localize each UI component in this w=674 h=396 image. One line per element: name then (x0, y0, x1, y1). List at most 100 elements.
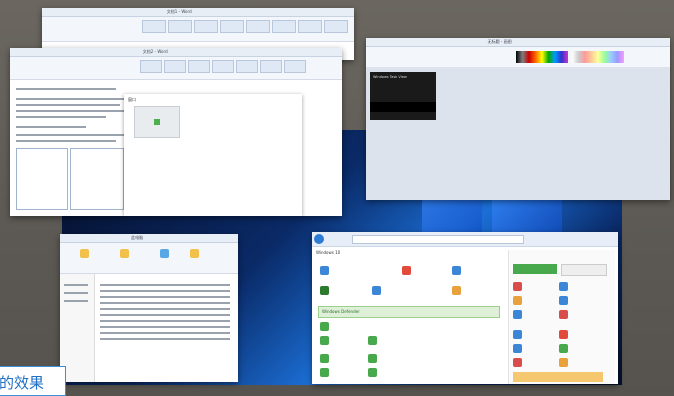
color-palette[interactable] (572, 51, 624, 63)
window-title: 文档2 - Word (142, 49, 168, 54)
nav-item[interactable] (64, 284, 88, 286)
app-icon[interactable] (559, 296, 568, 305)
app-icon[interactable] (513, 358, 522, 367)
app-icon[interactable] (559, 310, 568, 319)
app-icon[interactable] (452, 266, 461, 275)
style-button[interactable] (212, 60, 234, 73)
style-button[interactable] (164, 60, 186, 73)
style-button[interactable] (168, 20, 192, 33)
tab-inactive[interactable] (561, 264, 607, 276)
text-line (16, 116, 106, 118)
check-icon[interactable] (320, 322, 329, 331)
app-icon[interactable] (513, 282, 522, 291)
video-controls[interactable] (370, 102, 436, 112)
text-line (16, 126, 86, 128)
style-button[interactable] (194, 20, 218, 33)
check-icon[interactable] (320, 368, 329, 377)
dialog-image (134, 106, 180, 138)
title-bar: 文档1 - Word (42, 8, 354, 17)
check-icon[interactable] (320, 336, 329, 345)
file-row[interactable] (100, 284, 230, 286)
title-bar: 无标题 - 画图 (366, 38, 670, 47)
style-button[interactable] (284, 60, 306, 73)
caption-label: 的效果 (0, 366, 66, 396)
file-row[interactable] (100, 308, 230, 310)
color-palette[interactable] (516, 51, 568, 63)
address-bar[interactable] (352, 235, 524, 244)
promo-banner[interactable] (513, 372, 603, 382)
style-button[interactable] (260, 60, 282, 73)
style-button[interactable] (324, 20, 348, 33)
app-icon[interactable] (559, 358, 568, 367)
back-icon[interactable] (314, 234, 324, 244)
caption-text: 的效果 (0, 374, 45, 392)
text-line (16, 104, 120, 106)
browser-window[interactable]: Windows 10 Windows Defender (312, 232, 618, 384)
check-icon[interactable] (320, 354, 329, 363)
folder-icon[interactable] (80, 249, 89, 258)
video-frame[interactable]: Windows Task View (370, 72, 436, 120)
check-icon[interactable] (368, 368, 377, 377)
app-icon[interactable] (320, 266, 329, 275)
page-title: Windows 10 (316, 250, 341, 255)
check-icon[interactable] (368, 354, 377, 363)
nav-item[interactable] (64, 292, 88, 294)
folder-icon[interactable] (190, 249, 199, 258)
check-icon[interactable] (368, 336, 377, 345)
style-button[interactable] (220, 20, 244, 33)
table (16, 148, 68, 210)
app-icon[interactable] (513, 344, 522, 353)
app-icon[interactable] (402, 266, 411, 275)
file-row[interactable] (100, 320, 230, 322)
file-row[interactable] (100, 338, 230, 340)
text-line (16, 140, 116, 142)
video-title: Windows Task View (373, 75, 407, 79)
paint-window[interactable]: 无标题 - 画图 Windows Task View (366, 38, 670, 200)
style-button[interactable] (142, 20, 166, 33)
text-line (16, 110, 124, 112)
folder-icon[interactable] (120, 249, 129, 258)
app-icon[interactable] (559, 344, 568, 353)
text-line (16, 98, 124, 100)
style-button[interactable] (236, 60, 258, 73)
file-row[interactable] (100, 296, 230, 298)
table (70, 148, 124, 210)
app-icon[interactable] (452, 286, 461, 295)
file-row[interactable] (100, 332, 230, 334)
title-bar: 此电脑 (60, 234, 238, 243)
text-line (16, 134, 124, 136)
nav-item[interactable] (64, 300, 88, 302)
app-icon[interactable] (513, 296, 522, 305)
tab-active[interactable] (513, 264, 557, 274)
window-title: 此电脑 (131, 235, 144, 240)
style-button[interactable] (298, 20, 322, 33)
file-row[interactable] (100, 314, 230, 316)
ribbon (10, 57, 342, 80)
title-bar: 文档2 - Word (10, 48, 342, 57)
app-icon[interactable] (559, 330, 568, 339)
properties-icon[interactable] (160, 249, 169, 258)
file-row[interactable] (100, 326, 230, 328)
dialog-icon (154, 119, 160, 125)
app-icon[interactable] (513, 310, 522, 319)
style-button[interactable] (272, 20, 296, 33)
app-icon[interactable] (320, 286, 329, 295)
ribbon (42, 17, 354, 42)
dialog-title: 窗口 (128, 97, 136, 102)
app-icon[interactable] (372, 286, 381, 295)
explorer-window[interactable]: 此电脑 (60, 234, 238, 382)
window-title: 文档1 - Word (166, 9, 192, 14)
app-icon[interactable] (559, 282, 568, 291)
sidebar (508, 250, 615, 384)
browser-toolbar (312, 232, 618, 247)
defender-banner[interactable]: Windows Defender (318, 306, 500, 318)
style-button[interactable] (188, 60, 210, 73)
file-row[interactable] (100, 302, 230, 304)
banner-text: Windows Defender (322, 309, 360, 314)
style-button[interactable] (246, 20, 270, 33)
word-window-main[interactable]: 文档2 - Word 窗口 (10, 48, 342, 216)
app-icon[interactable] (513, 330, 522, 339)
dialog-window[interactable]: 窗口 (124, 94, 302, 216)
style-button[interactable] (140, 60, 162, 73)
file-row[interactable] (100, 290, 230, 292)
